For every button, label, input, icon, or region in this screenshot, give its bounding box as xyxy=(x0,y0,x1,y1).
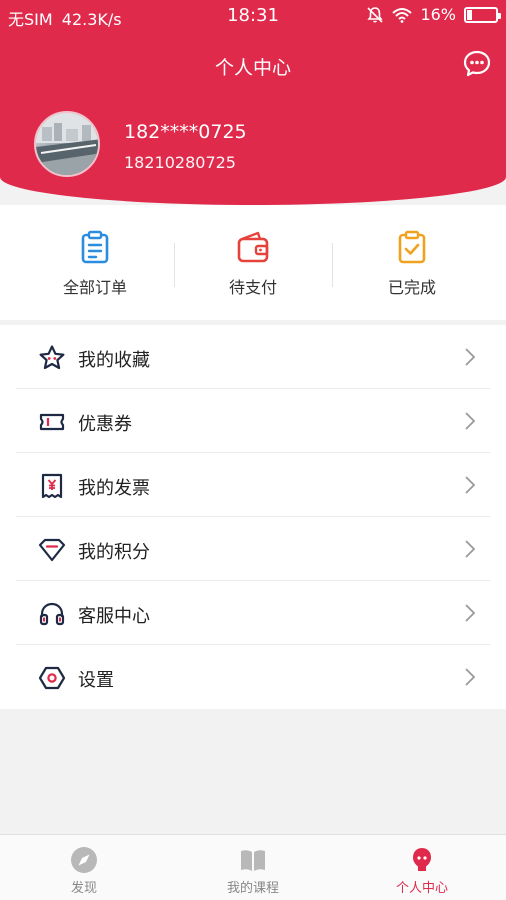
book-icon xyxy=(241,850,265,871)
nav-profile[interactable]: 个人中心 xyxy=(362,845,482,896)
menu-item-points[interactable]: 我的积分 xyxy=(0,517,506,581)
order-pending-label: 待支付 xyxy=(228,278,277,297)
chevron-right-icon xyxy=(465,540,476,558)
coupon-icon xyxy=(39,413,65,431)
wallet-icon xyxy=(237,231,269,263)
menu-item-settings[interactable]: 设置 xyxy=(0,645,506,709)
nav-discover[interactable]: 发现 xyxy=(24,845,144,896)
chevron-right-icon xyxy=(465,476,476,494)
bottom-nav: 发现 我的课程 个人中心 xyxy=(0,834,506,900)
profile-header: 无SIM 42.3K/s 18:31 16% 个人中心 182****0725 … xyxy=(0,0,506,205)
menu-label: 我的发票 xyxy=(78,478,150,499)
order-completed-button[interactable]: 已完成 xyxy=(337,230,487,298)
page-title: 个人中心 xyxy=(214,57,291,79)
username: 182****0725 xyxy=(124,121,247,143)
mute-alarm-icon xyxy=(367,6,384,23)
chevron-right-icon xyxy=(465,604,476,622)
menu-list: 我的收藏 优惠券 我的发票 我的积分 客服中心 设置 xyxy=(0,325,506,709)
chevron-right-icon xyxy=(465,348,476,366)
divider xyxy=(174,243,175,287)
compass-icon xyxy=(71,847,97,873)
menu-item-favorites[interactable]: 我的收藏 xyxy=(0,325,506,389)
order-completed-label: 已完成 xyxy=(387,278,436,297)
nav-label: 个人中心 xyxy=(395,881,448,896)
user-phone: 18210280725 xyxy=(124,153,236,172)
nav-label: 我的课程 xyxy=(226,881,279,896)
menu-label: 优惠券 xyxy=(78,414,132,435)
order-all-label: 全部订单 xyxy=(62,278,127,297)
wifi-icon xyxy=(392,7,413,23)
status-right: 16% xyxy=(366,5,501,24)
diamond-icon xyxy=(38,538,66,562)
order-pending-button[interactable]: 待支付 xyxy=(178,230,328,298)
chat-bubble-icon[interactable] xyxy=(462,49,492,79)
title-bar: 个人中心 xyxy=(0,45,506,85)
nav-my-courses[interactable]: 我的课程 xyxy=(193,845,313,896)
clipboard-icon xyxy=(81,230,109,264)
menu-item-coupons[interactable]: 优惠券 xyxy=(0,389,506,453)
avatar[interactable] xyxy=(34,111,100,177)
menu-item-invoices[interactable]: 我的发票 xyxy=(0,453,506,517)
menu-item-customer-service[interactable]: 客服中心 xyxy=(0,581,506,645)
order-shortcuts: 全部订单 待支付 已完成 xyxy=(0,205,506,320)
menu-label: 我的积分 xyxy=(78,542,150,563)
headphones-icon xyxy=(39,602,65,626)
user-icon xyxy=(413,848,431,871)
order-all-button[interactable]: 全部订单 xyxy=(20,230,170,298)
avatar-photo xyxy=(36,113,98,175)
settings-icon xyxy=(38,666,66,690)
menu-label: 我的收藏 xyxy=(78,350,150,371)
divider xyxy=(332,243,333,287)
clipboard-check-icon xyxy=(398,230,426,264)
chevron-right-icon xyxy=(465,412,476,430)
star-icon xyxy=(39,345,65,370)
status-bar: 无SIM 42.3K/s 18:31 16% xyxy=(0,0,506,30)
invoice-icon xyxy=(41,473,63,499)
battery-icon xyxy=(464,6,501,23)
nav-label: 发现 xyxy=(70,881,97,896)
chevron-right-icon xyxy=(465,668,476,686)
menu-label: 设置 xyxy=(78,670,114,691)
menu-label: 客服中心 xyxy=(78,606,150,627)
battery-percent: 16% xyxy=(420,5,456,24)
